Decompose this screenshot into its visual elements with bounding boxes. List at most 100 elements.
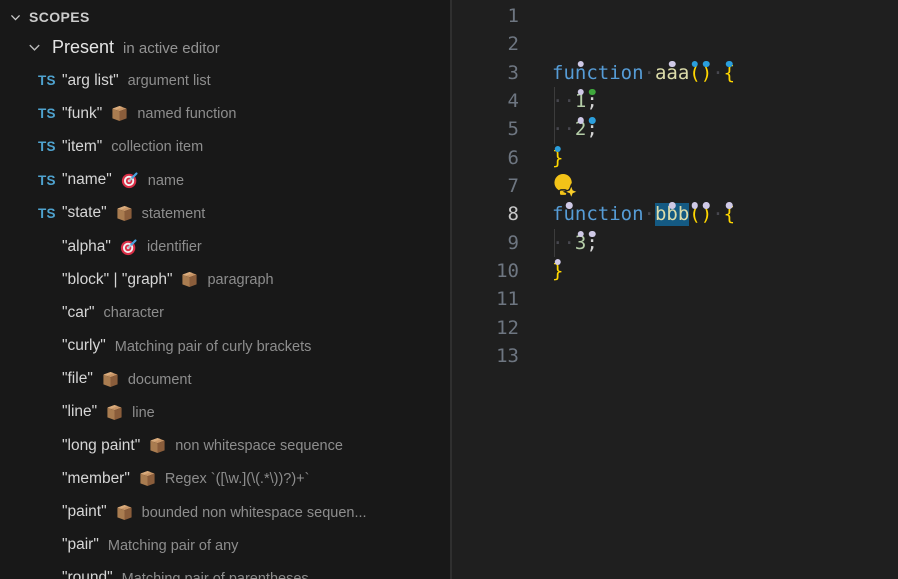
whitespace-dots: · <box>712 203 723 225</box>
scope-name: "member" <box>62 470 130 488</box>
typescript-badge: TS <box>38 73 62 88</box>
whitespace-dots: · <box>712 62 723 84</box>
scope-description: paragraph <box>207 271 273 288</box>
scope-item[interactable]: TS"funk"named function <box>0 97 450 130</box>
vscode-window: SCOPES Present in active editor TS"arg l… <box>0 0 898 579</box>
code-line[interactable]: 3function·aaa()·{ <box>452 59 898 87</box>
scope-name: "file" <box>62 370 93 388</box>
package-icon <box>116 205 133 222</box>
scope-description: argument list <box>128 72 211 89</box>
line-number: 1 <box>452 2 519 30</box>
scope-description: bounded non whitespace sequen... <box>142 504 367 521</box>
scope-name: "pair" <box>62 536 99 554</box>
scope-item[interactable]: TS"arg list" argument list <box>0 64 450 97</box>
code-line[interactable]: 6} <box>452 144 898 172</box>
chevron-down-icon <box>9 11 22 24</box>
scope-name: "item" <box>62 138 102 156</box>
scope-description: named function <box>137 105 236 122</box>
scope-item[interactable]: TS"state" statement <box>0 197 450 230</box>
code-line[interactable]: 12 <box>452 314 898 342</box>
package-icon <box>102 371 119 388</box>
scope-item[interactable]: TS"item"collection item <box>0 130 450 163</box>
typescript-badge: TS <box>38 206 62 221</box>
code-line[interactable]: 5··2; <box>452 115 898 143</box>
scope-description: character <box>104 304 164 321</box>
scope-description: Matching pair of curly brackets <box>115 338 312 355</box>
typescript-badge: TS <box>38 139 62 154</box>
scope-name: "name" <box>62 171 112 189</box>
line-number: 6 <box>452 144 519 172</box>
group-label: Present <box>52 37 114 58</box>
cursorless-hat-gray <box>669 61 676 68</box>
line-number: 10 <box>452 257 519 285</box>
line-number: 12 <box>452 314 519 342</box>
code-line[interactable]: 9 ··3; <box>452 229 898 257</box>
cursorless-hat-blue <box>703 61 710 68</box>
code-line[interactable]: 4··1; <box>452 87 898 115</box>
code-token: function <box>552 62 644 84</box>
cursorless-hat-gray <box>577 117 584 124</box>
scope-description: Matching pair of parentheses <box>122 570 309 579</box>
cursorless-hat-gray <box>577 61 584 68</box>
cursorless-hat-blue <box>589 117 596 124</box>
package-icon <box>139 470 156 487</box>
package-icon <box>116 504 133 521</box>
code-line[interactable]: 11 <box>452 285 898 313</box>
scope-item[interactable]: "line"line <box>0 396 450 429</box>
scope-description: identifier <box>147 238 202 255</box>
line-number: 5 <box>452 115 519 143</box>
scope-group-present[interactable]: Present in active editor <box>0 30 450 64</box>
scope-item[interactable]: "paint" bounded non whitespace sequen... <box>0 495 450 528</box>
whitespace-dots: ·· <box>552 118 575 140</box>
scope-item[interactable]: "block" | "graph"paragraph <box>0 263 450 296</box>
scope-item[interactable]: "car" character <box>0 296 450 329</box>
line-number: 7 <box>452 172 519 200</box>
scope-item[interactable]: "file"document <box>0 363 450 396</box>
line-number: 11 <box>452 285 519 313</box>
code-line-content: function·bbb()·{ <box>552 200 735 228</box>
line-number: 9 <box>452 229 519 257</box>
scope-name: "car" <box>62 304 95 322</box>
code-editor[interactable]: 123function·aaa()·{4··1;5··2;6}78functio… <box>452 0 898 579</box>
panel-header[interactable]: SCOPES <box>0 4 450 30</box>
code-line-content: ··3; <box>552 229 598 257</box>
line-number: 4 <box>452 87 519 115</box>
scope-name: "paint" <box>62 503 107 521</box>
scope-item[interactable]: "curly" Matching pair of curly brackets <box>0 330 450 363</box>
group-description: in active editor <box>123 38 220 57</box>
scope-item[interactable]: "pair"Matching pair of any <box>0 529 450 562</box>
scope-item[interactable]: "round" Matching pair of parentheses <box>0 562 450 579</box>
cursorless-hat-gray <box>589 231 596 238</box>
cursorless-hat-blue <box>726 61 733 68</box>
whitespace-dots: ·· <box>552 90 575 112</box>
scope-item[interactable]: TS"name"name <box>0 164 450 197</box>
cursorless-hat-gray <box>703 202 710 209</box>
scopes-panel: SCOPES Present in active editor TS"arg l… <box>0 0 452 579</box>
scope-name: "long paint" <box>62 437 140 455</box>
code-line[interactable]: 2 <box>452 30 898 58</box>
code-line-content: function·aaa()·{ <box>552 59 735 87</box>
code-line[interactable]: 13 <box>452 342 898 370</box>
chevron-down-icon <box>27 40 42 55</box>
scope-name: "arg list" <box>62 72 119 90</box>
lightbulb-sparkle-icon[interactable] <box>553 173 578 208</box>
scope-name: "line" <box>62 403 97 421</box>
package-icon <box>149 437 166 454</box>
typescript-badge: TS <box>38 106 62 121</box>
package-icon <box>181 271 198 288</box>
target-icon <box>121 171 139 189</box>
cursorless-hat-gray <box>692 202 699 209</box>
code-line-content: } <box>552 144 563 172</box>
whitespace-dots: ·· <box>552 232 575 254</box>
scope-item[interactable]: "long paint"non whitespace sequence <box>0 429 450 462</box>
scope-description: statement <box>142 205 206 222</box>
scope-name: "curly" <box>62 337 106 355</box>
scope-name: "round" <box>62 569 113 579</box>
code-line[interactable]: 10} <box>452 257 898 285</box>
scope-item[interactable]: "alpha"identifier <box>0 230 450 263</box>
scope-item[interactable]: "member"Regex `([\w.](\(.*\))?)+` <box>0 462 450 495</box>
scope-name: "state" <box>62 204 107 222</box>
code-line[interactable]: 7 <box>452 172 898 200</box>
code-line[interactable]: 8function·bbb()·{ <box>452 200 898 228</box>
code-line[interactable]: 1 <box>452 2 898 30</box>
